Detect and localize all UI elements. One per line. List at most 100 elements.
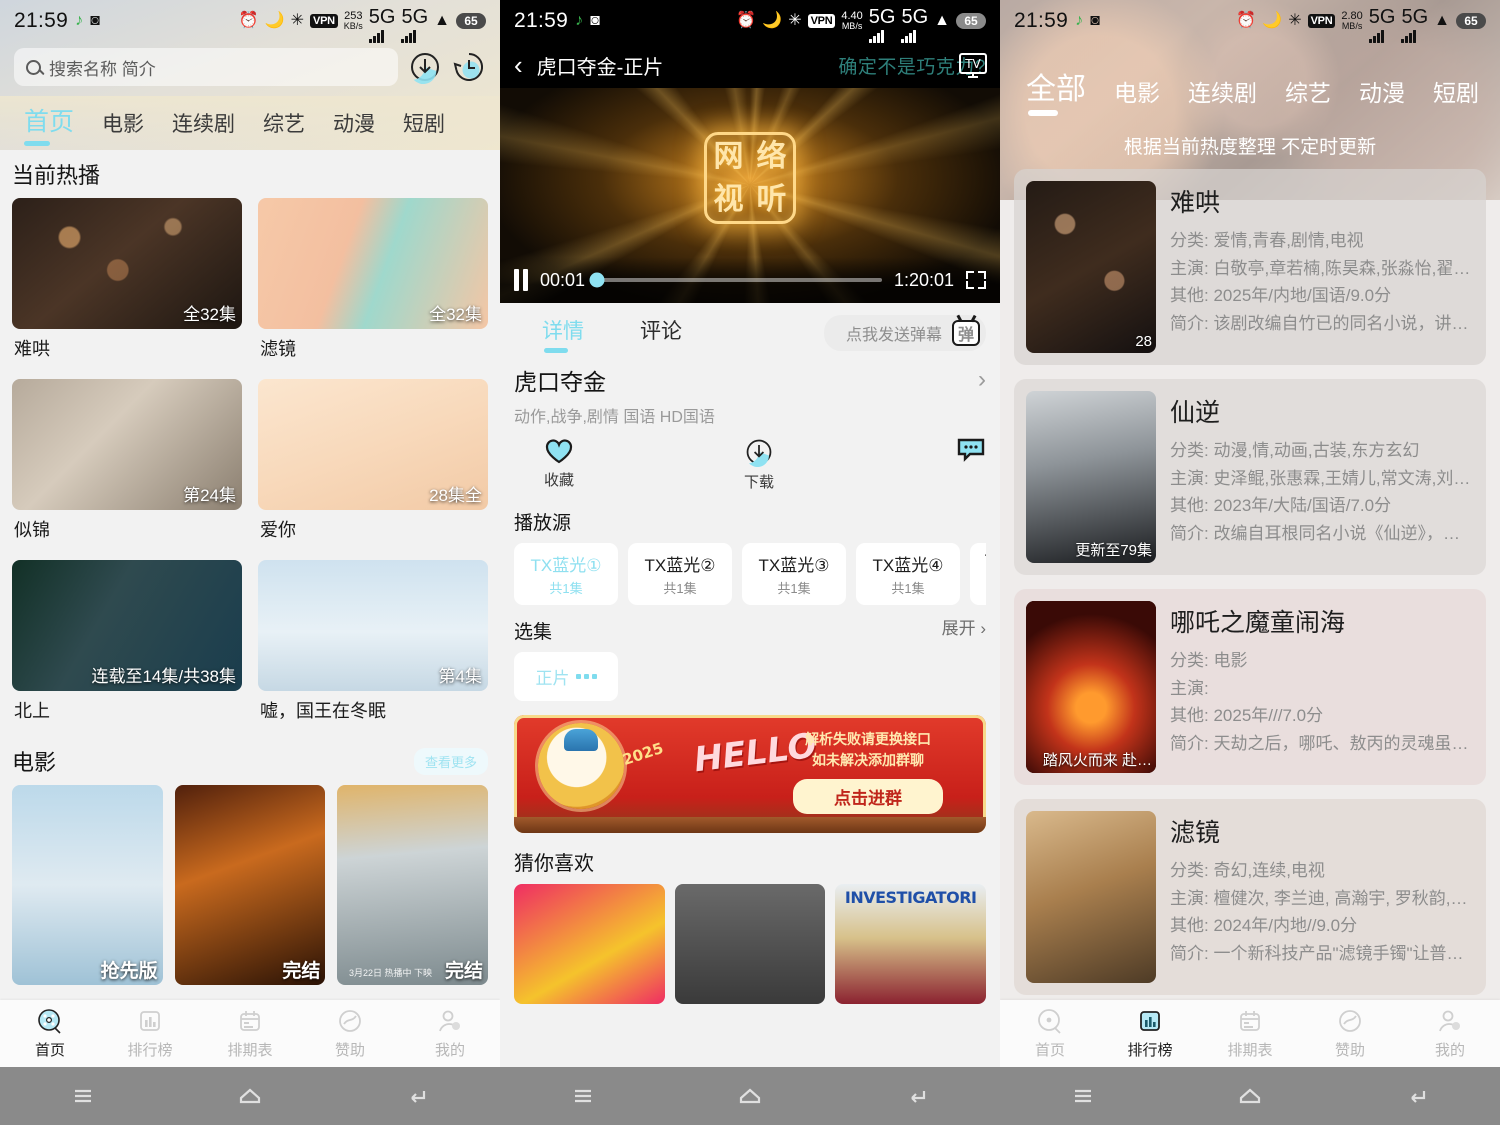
episode-chip[interactable]: 正片 [514,652,618,701]
item-category: 分类: 奇幻,连续,电视 [1170,861,1325,880]
join-group-button[interactable]: 点击进群 [793,779,943,814]
nav-item-排期表[interactable]: 排期表 [1200,1007,1300,1060]
tab-综艺[interactable]: 综艺 [249,104,319,150]
list-item[interactable]: 抢先版 [12,785,163,985]
search-input[interactable]: 搜索名称 简介 [14,48,398,86]
pause-icon[interactable] [514,269,528,291]
back-icon[interactable] [1400,1079,1434,1113]
nav-item-排行榜[interactable]: 排行榜 [1100,1007,1200,1060]
table-row[interactable]: 滤镜 分类: 奇幻,连续,电视 主演: 檀健次, 李兰迪, 高瀚宇, 罗秋韵,…… [1014,799,1486,995]
menu-icon[interactable] [566,1079,600,1113]
source-chip[interactable]: TX蓝光① 共1集 [514,543,618,605]
tab-电影[interactable]: 电影 [88,104,158,150]
home-icon[interactable] [233,1079,267,1113]
source-chip[interactable]: TX蓝光④ 共1集 [856,543,960,605]
poster-thumb[interactable]: 连载至14集/共38集 [12,560,242,691]
tab-评论[interactable]: 评论 [612,311,710,355]
tab-连续剧[interactable]: 连续剧 [158,104,249,150]
poster-thumb[interactable]: 全32集 [12,198,242,329]
tab-动漫[interactable]: 动漫 [1345,74,1419,118]
tab-动漫[interactable]: 动漫 [319,104,389,150]
video-surface[interactable]: 网络视听 00:01 1:20:01 [500,88,1000,303]
calendar-icon [240,1011,260,1031]
seek-knob[interactable] [589,272,605,288]
source-chip[interactable]: T [970,543,986,605]
list-item[interactable]: 完结 [174,785,326,985]
tv-cast-icon[interactable]: TV [956,49,990,81]
tab-详情[interactable]: 详情 [514,311,612,355]
moon-icon: 🌙 [762,12,783,29]
episode-badge: 踏风火而来 赴… [1042,752,1152,769]
item-summary: 简介: 一个新科技产品"滤镜手镯"让普… [1170,943,1464,963]
danmu-input[interactable]: 点我发送弹幕 弹 [823,315,986,351]
back-chevron-icon[interactable]: ‹ [514,52,523,78]
episode-badge: 第24集 [183,486,236,505]
back-icon[interactable] [900,1079,934,1113]
danmu-tv-icon[interactable]: 弹 [952,320,980,346]
tab-短剧[interactable]: 短剧 [1419,74,1493,118]
expand-episodes-button[interactable]: 展开 › [942,614,986,639]
source-list[interactable]: TX蓝光① 共1集 TX蓝光② 共1集 TX蓝光③ 共1集 TX蓝光④ 共1集 … [514,543,986,605]
status-badge: 完结 [282,961,321,982]
source-chip[interactable]: TX蓝光② 共1集 [628,543,732,605]
menu-icon[interactable] [1066,1079,1100,1113]
alarm-icon: ⏰ [238,12,259,29]
list-item[interactable]: 28集全 爱你 [258,379,488,552]
list-item[interactable] [674,884,826,1004]
list-item[interactable]: 全32集 难哄 [12,198,242,371]
nav-item-排期表[interactable]: 排期表 [200,1007,300,1060]
favorite-button[interactable]: 收藏 [514,437,604,490]
nav-item-首页[interactable]: 首页 [1000,1007,1100,1060]
table-row[interactable]: 踏风火而来 赴… 哪吒之魔童闹海 分类: 电影 主演: 其他: 2025年///… [1014,589,1486,785]
list-item[interactable]: 连载至14集/共38集 北上 [12,560,242,733]
tab-全部[interactable]: 全部 [1012,64,1100,118]
poster-thumb[interactable]: 全32集 [258,198,488,329]
nav-item-我的[interactable]: 我的 [1400,1007,1500,1060]
signal-2-icon: 5G [1401,0,1428,43]
nav-item-首页[interactable]: 首页 [0,1007,100,1060]
list-item[interactable] [835,884,986,1004]
view-more-button[interactable]: 查看更多 [413,747,488,775]
sponsor-icon [1339,1010,1361,1032]
chevron-right-icon[interactable]: › [978,366,986,394]
poster-thumb[interactable]: 第4集 [258,560,488,691]
list-item[interactable] [514,884,665,1004]
tab-连续剧[interactable]: 连续剧 [1174,74,1271,118]
tab-综艺[interactable]: 综艺 [1271,74,1345,118]
poster-thumb[interactable]: 28集全 [258,379,488,510]
nav-item-排行榜[interactable]: 排行榜 [100,1007,200,1060]
history-circle-icon[interactable] [452,50,486,84]
list-item[interactable]: 全32集 滤镜 [258,198,488,371]
table-row[interactable]: 更新至79集 仙逆 分类: 动漫,情,动画,古装,东方玄幻 主演: 史泽鲲,张惠… [1014,379,1486,575]
table-row[interactable]: 28 难哄 分类: 爱情,青春,剧情,电视 主演: 白敬亭,章若楠,陈昊森,张淼… [1014,169,1486,365]
episode-badge: 全32集 [183,305,236,324]
nav-item-赞助[interactable]: 赞助 [1300,1007,1400,1060]
comment-button[interactable] [956,437,986,467]
menu-icon[interactable] [66,1079,100,1113]
list-item[interactable]: 3月22日 热播中 下映 完结 [337,785,488,985]
tab-电影[interactable]: 电影 [1100,74,1174,118]
poster-thumb[interactable]: 第24集 [12,379,242,510]
home-icon[interactable] [733,1079,767,1113]
seek-bar[interactable] [589,272,882,288]
download-circle-icon[interactable] [408,50,442,84]
home-icon[interactable] [1233,1079,1267,1113]
poster-thumb[interactable]: 更新至79集 [1026,391,1156,563]
list-item[interactable]: 第4集 嘘，国王在冬眠 [258,560,488,733]
status-badge: 完结 [444,961,483,982]
poster-thumb[interactable]: 踏风火而来 赴… [1026,601,1156,773]
fullscreen-icon[interactable] [966,271,986,289]
movie-header-row[interactable]: 虎口夺金 › [514,363,986,397]
poster-thumb[interactable]: 28 [1026,181,1156,353]
nav-item-我的[interactable]: 我的 [400,1007,500,1060]
episode-badge: 更新至79集 [1075,542,1152,559]
promo-banner[interactable]: 2025 HELLO 解析失败请更换接口 如未解决添加群聊 点击进群 [514,715,986,833]
tab-短剧[interactable]: 短剧 [389,104,459,150]
download-button[interactable]: 下载 [714,437,804,492]
poster-thumb[interactable] [1026,811,1156,983]
back-icon[interactable] [400,1079,434,1113]
source-chip[interactable]: TX蓝光③ 共1集 [742,543,846,605]
tab-首页[interactable]: 首页 [10,98,88,150]
nav-item-赞助[interactable]: 赞助 [300,1007,400,1060]
list-item[interactable]: 第24集 似锦 [12,379,242,552]
